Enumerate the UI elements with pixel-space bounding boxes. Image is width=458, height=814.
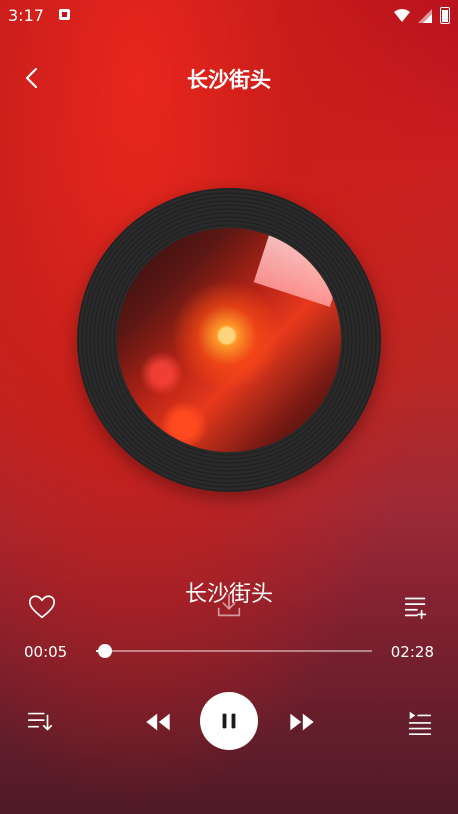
download-button[interactable] [213,590,245,622]
pause-icon [222,713,236,729]
queue-list-icon [408,711,432,736]
signal-icon [418,8,432,23]
progress-slider[interactable] [96,644,372,658]
playback-controls [0,690,458,754]
rewind-icon [146,713,170,731]
app-notification-icon [59,9,70,20]
download-icon [217,593,241,617]
play-mode-button[interactable] [24,706,56,738]
album-art [117,228,341,452]
page-title: 长沙街头 [187,68,271,92]
header: 长沙街头 [0,58,458,98]
wifi-icon [394,8,410,22]
fast-forward-icon [290,713,314,731]
pause-button[interactable] [200,692,258,750]
like-button[interactable] [26,591,58,623]
battery-icon [440,7,450,24]
playlist-add-icon [404,597,427,620]
heart-outline-icon [28,595,56,619]
album-art-sign [253,228,341,307]
next-button[interactable] [284,704,320,740]
list-order-icon [27,712,53,731]
status-indicators [394,7,450,24]
previous-button[interactable] [140,704,176,740]
current-time: 00:05 [24,643,68,661]
progress-knob[interactable] [98,644,113,658]
total-time: 02:28 [390,643,434,661]
vinyl-disc [77,188,381,492]
progress-row: 00:05 02:28 [0,640,458,664]
add-to-list-button[interactable] [400,590,432,622]
status-bar: 3:17 [0,0,458,30]
status-time: 3:17 [8,6,44,25]
playlist-button[interactable] [404,706,436,738]
